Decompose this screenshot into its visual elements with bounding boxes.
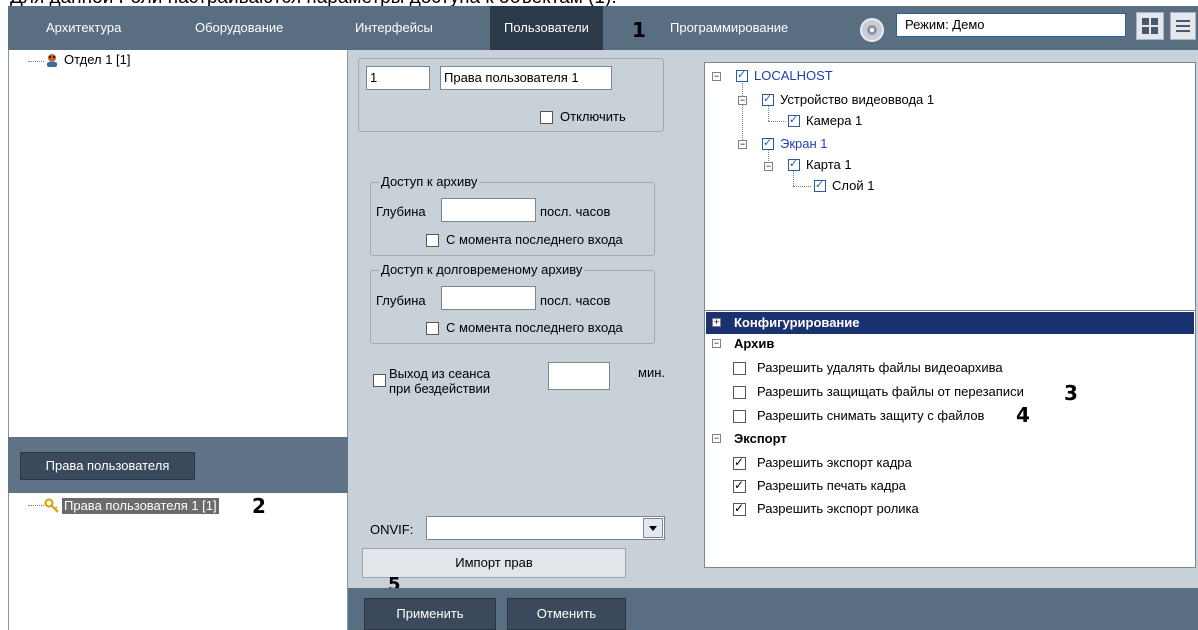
tree-line: [742, 80, 743, 146]
onvif-select[interactable]: [426, 516, 665, 540]
right-export-frame-checkbox[interactable]: [733, 455, 746, 470]
session-timeout-label-1: Выход из сеанса: [389, 366, 491, 381]
right-unprotect-checkbox[interactable]: [733, 410, 746, 423]
long-archive-depth-label: Глубина: [376, 293, 426, 308]
long-archive-since-login-label: С момента последнего входа: [446, 320, 623, 335]
layout-grid-icon[interactable]: [1136, 12, 1164, 40]
key-icon: [44, 497, 60, 513]
right-export-frame-label: Разрешить экспорт кадра: [757, 455, 912, 470]
collapse-icon[interactable]: −: [712, 72, 721, 81]
rights-group-archive[interactable]: Архив: [734, 336, 774, 351]
menu-icon[interactable]: [1170, 12, 1196, 40]
rights-group-config[interactable]: Конфигурирование: [734, 315, 860, 330]
archive-access-title: Доступ к архиву: [379, 174, 480, 189]
tab-equipment[interactable]: Оборудование: [195, 6, 283, 50]
long-archive-since-login-checkbox[interactable]: [426, 322, 439, 335]
annotation-2: 2: [252, 494, 266, 518]
long-archive-access-title: Доступ к долговременому архиву: [379, 262, 585, 277]
onvif-label: ONVIF:: [370, 522, 414, 537]
collapse-icon[interactable]: −: [764, 162, 773, 171]
annotation-4: 4: [1016, 403, 1030, 427]
archive-hours-label: посл. часов: [540, 204, 611, 219]
right-print-frame-checkbox[interactable]: [733, 478, 746, 493]
archive-since-login-label: С момента последнего входа: [446, 232, 623, 247]
annotation-3: 3: [1064, 381, 1078, 405]
disable-label: Отключить: [560, 109, 626, 124]
tree-checkbox[interactable]: [762, 92, 774, 106]
tree-node-camera[interactable]: Камера 1: [806, 113, 862, 128]
tree-node-video-device[interactable]: Устройство видеоввода 1: [780, 92, 934, 107]
right-protect-checkbox[interactable]: [733, 386, 746, 399]
tab-architecture[interactable]: Архитектура: [46, 6, 121, 50]
archive-depth-label: Глубина: [376, 204, 426, 219]
department-node[interactable]: Отдел 1 [1]: [64, 52, 131, 67]
device-tree: [704, 62, 1196, 324]
session-timeout-input[interactable]: [548, 362, 610, 390]
archive-depth-input[interactable]: [441, 198, 536, 222]
left-panel: [8, 50, 348, 630]
long-archive-depth-input[interactable]: [441, 286, 536, 310]
tab-programming[interactable]: Программирование: [670, 6, 788, 50]
tree-connector: [28, 61, 44, 62]
apply-button[interactable]: Применить: [364, 598, 496, 630]
tree-connector: [28, 505, 44, 506]
tree-node-screen[interactable]: Экран 1: [780, 136, 828, 151]
tree-line: [768, 121, 786, 122]
import-rights-button[interactable]: Импорт прав: [362, 548, 626, 578]
tree-node-map[interactable]: Карта 1: [806, 157, 852, 172]
long-archive-hours-label: посл. часов: [540, 293, 611, 308]
right-unprotect-label: Разрешить снимать защиту с файлов: [757, 408, 985, 423]
rights-header-button[interactable]: Права пользователя: [20, 452, 195, 480]
disable-checkbox[interactable]: [540, 111, 553, 124]
tab-interfaces[interactable]: Интерфейсы: [355, 6, 433, 50]
right-print-frame-label: Разрешить печать кадра: [757, 478, 906, 493]
right-export-clip-label: Разрешить экспорт ролика: [757, 501, 919, 516]
tree-checkbox[interactable]: [736, 68, 748, 82]
right-delete-checkbox[interactable]: [733, 362, 746, 375]
tree-checkbox[interactable]: [762, 136, 774, 150]
department-icon: [44, 52, 60, 68]
expand-icon[interactable]: +: [712, 318, 721, 327]
session-timeout-checkbox[interactable]: [373, 374, 386, 387]
right-export-clip-checkbox[interactable]: [733, 501, 746, 516]
mode-icon: [860, 18, 884, 42]
session-timeout-unit: мин.: [638, 365, 665, 380]
tree-node-localhost[interactable]: LOCALHOST: [754, 68, 833, 83]
cancel-button[interactable]: Отменить: [507, 598, 626, 630]
tab-users[interactable]: Пользователи: [490, 6, 603, 50]
role-name-field[interactable]: Права пользователя 1: [440, 66, 612, 90]
tree-node-layer[interactable]: Слой 1: [832, 178, 874, 193]
role-id-field[interactable]: 1: [366, 66, 430, 90]
session-timeout-label-2: при бездействии: [389, 381, 491, 396]
right-protect-label: Разрешить защищать файлы от перезаписи: [757, 384, 1024, 399]
tree-checkbox[interactable]: [814, 178, 826, 192]
archive-since-login-checkbox[interactable]: [426, 234, 439, 247]
mode-combo[interactable]: Режим: Демо: [896, 13, 1126, 37]
tree-line: [793, 186, 811, 187]
rights-list-item[interactable]: Права пользователя 1 [1]: [62, 498, 219, 514]
chevron-down-icon[interactable]: [643, 518, 663, 538]
collapse-icon[interactable]: −: [738, 140, 747, 149]
right-delete-label: Разрешить удалять файлы видеоархива: [757, 360, 1003, 375]
rights-group-export[interactable]: Экспорт: [734, 431, 787, 446]
tree-checkbox[interactable]: [788, 157, 800, 171]
tree-checkbox[interactable]: [788, 113, 800, 127]
collapse-icon[interactable]: −: [712, 434, 721, 443]
collapse-icon[interactable]: −: [712, 339, 721, 348]
annotation-1: 1: [632, 18, 646, 42]
collapse-icon[interactable]: −: [738, 96, 747, 105]
